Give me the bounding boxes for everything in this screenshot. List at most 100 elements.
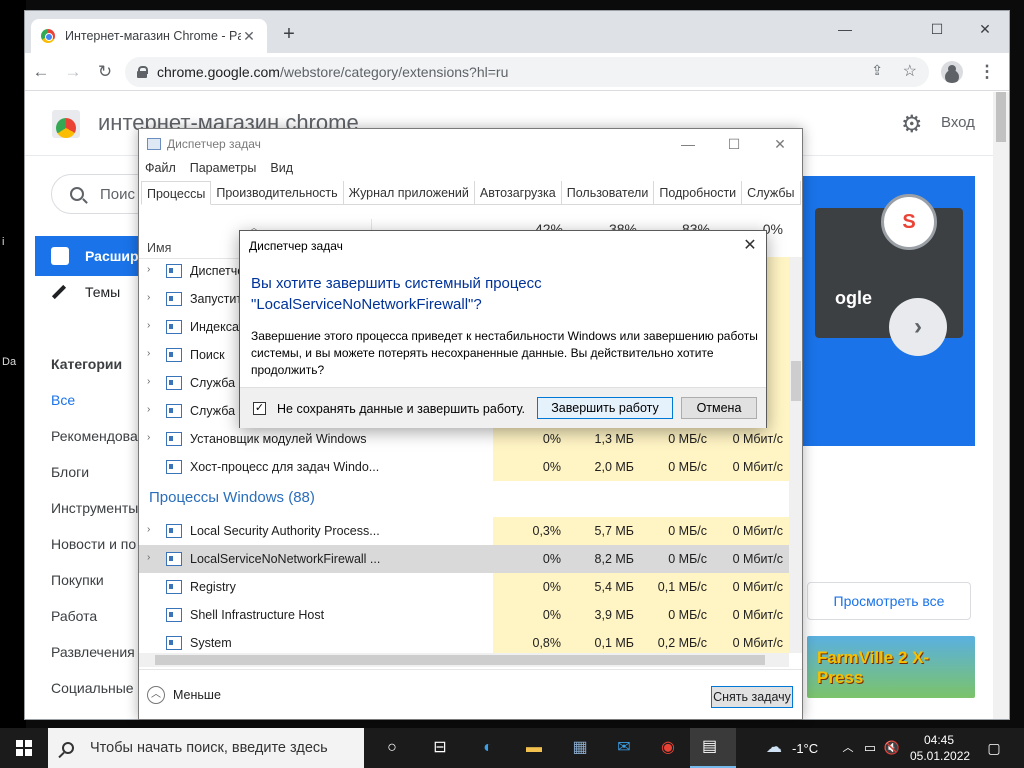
notifications-icon[interactable]: ▢ <box>982 736 1006 760</box>
tab-startup[interactable]: Автозагрузка <box>475 181 562 205</box>
close-tab-icon[interactable]: ✕ <box>241 28 257 45</box>
expand-chevron-icon[interactable]: › <box>147 264 150 275</box>
process-row[interactable]: › Установщик модулей Windows 0% 1,3 МБ 0 МБ/… <box>139 425 789 453</box>
menu-file[interactable]: Файл <box>145 161 176 175</box>
tab-processes[interactable]: Процессы <box>141 181 212 205</box>
category-item[interactable]: Работа <box>51 608 97 624</box>
expand-chevron-icon[interactable]: › <box>147 524 150 535</box>
page-scrollbar[interactable] <box>993 92 1009 719</box>
address-bar[interactable]: chrome.google.com/webstore/category/exte… <box>125 57 929 87</box>
browser-tab[interactable]: Интернет-магазин Chrome - Pa ✕ <box>31 19 267 53</box>
chrome-menu-icon[interactable]: ⋮ <box>973 58 1001 86</box>
hscroll-thumb[interactable] <box>155 655 765 665</box>
process-row[interactable]: Registry 0% 5,4 МБ 0,1 МБ/с 0 Мбит/с <box>139 573 789 601</box>
minimize-button[interactable]: — <box>825 15 865 43</box>
new-tab-button[interactable]: + <box>277 23 301 47</box>
vscroll-thumb[interactable] <box>791 361 801 401</box>
gear-icon[interactable]: ⚙ <box>901 110 923 139</box>
category-item[interactable]: Новости и по <box>51 536 136 552</box>
chevron-right-icon[interactable]: › <box>889 298 947 356</box>
process-row[interactable]: Хост-процесс для задач Windo... 0% 2,0 МБ 0… <box>139 453 789 481</box>
expand-chevron-icon[interactable]: › <box>147 348 150 359</box>
tab-app-history[interactable]: Журнал приложений <box>344 181 475 205</box>
bookmark-star-icon[interactable]: ☆ <box>903 61 917 81</box>
cancel-button[interactable]: Отмена <box>681 397 757 419</box>
tab-users[interactable]: Пользователи <box>562 181 655 205</box>
edge-icon[interactable]: ◐ <box>476 736 500 760</box>
chrome-icon[interactable]: ◉ <box>656 736 680 760</box>
show-hidden-icons-icon[interactable]: ︿ <box>836 736 860 760</box>
expand-chevron-icon[interactable]: › <box>147 320 150 331</box>
network-icon[interactable]: ▭ <box>858 736 882 760</box>
windows-processes-group[interactable]: Процессы Windows (88) <box>149 489 315 506</box>
forward-button[interactable]: → <box>59 58 87 86</box>
category-item[interactable]: Развлечения <box>51 644 135 660</box>
abandon-data-checkbox[interactable]: ✓ <box>253 402 266 415</box>
featured-banner[interactable]: ogle S › <box>803 176 975 446</box>
task-view-icon[interactable]: ⊟ <box>428 736 452 760</box>
category-item[interactable]: Социальные <box>51 680 134 696</box>
dialog-close-icon[interactable]: ✕ <box>738 235 762 255</box>
expand-chevron-icon[interactable]: › <box>147 292 150 303</box>
tab-title: Интернет-магазин Chrome - Pa <box>65 29 241 43</box>
expand-chevron-icon[interactable]: › <box>147 432 150 443</box>
horizontal-scrollbar[interactable] <box>139 653 789 667</box>
category-item[interactable]: Инструменты <box>51 500 138 516</box>
view-all-button[interactable]: Просмотреть все <box>807 582 971 620</box>
clock-date[interactable]: 05.01.2022 <box>910 749 970 763</box>
process-disk: 0 МБ/с <box>640 425 713 453</box>
profile-avatar-icon[interactable] <box>941 61 963 83</box>
vertical-scrollbar[interactable] <box>789 257 802 653</box>
mail-icon[interactable]: ✉ <box>612 736 636 760</box>
tm-minimize-button[interactable]: — <box>665 133 711 155</box>
process-row[interactable]: › LocalServiceNoNetworkFirewall ... 0% 8,2 … <box>139 545 789 573</box>
tab-details[interactable]: Подробности <box>654 181 743 205</box>
windows-start-icon[interactable] <box>16 740 32 756</box>
close-button[interactable]: ✕ <box>965 15 1005 43</box>
expand-chevron-icon[interactable]: › <box>147 552 150 563</box>
process-network: 0 Мбит/с <box>713 453 789 481</box>
checkbox-label[interactable]: Не сохранять данные и завершить работу. <box>277 402 525 416</box>
lock-icon[interactable] <box>137 66 148 78</box>
process-row[interactable]: › Local Security Authority Process... 0,3%… <box>139 517 789 545</box>
col-name[interactable]: Имя <box>147 241 171 255</box>
file-explorer-icon[interactable]: ▬ <box>522 736 546 760</box>
category-item[interactable]: Блоги <box>51 464 89 480</box>
shutdown-button[interactable]: Завершить работу <box>537 397 673 419</box>
category-item[interactable]: Покупки <box>51 572 104 588</box>
maximize-button[interactable]: ☐ <box>917 15 957 43</box>
end-task-button[interactable]: Снять задачу <box>711 686 793 708</box>
weather-temp[interactable]: -1°C <box>792 741 818 756</box>
task-view-circle-icon[interactable]: ○ <box>380 736 404 760</box>
process-network: 0 Мбит/с <box>713 629 789 653</box>
clock-time[interactable]: 04:45 <box>924 733 954 747</box>
webstore-logo-icon[interactable] <box>52 110 80 138</box>
expand-chevron-icon[interactable]: › <box>147 376 150 387</box>
volume-muted-icon[interactable]: 🔇 <box>880 736 904 760</box>
menu-options[interactable]: Параметры <box>190 161 257 175</box>
weather-icon[interactable]: ☁ <box>762 736 786 760</box>
store-icon[interactable]: ▦ <box>568 736 592 760</box>
category-item[interactable]: Все <box>51 392 75 408</box>
promo-tile[interactable]: FarmVille 2 X-Press <box>807 636 975 698</box>
fewer-details-button[interactable]: ︿ Меньше <box>147 686 221 704</box>
process-row[interactable]: Shell Infrastructure Host 0% 3,9 МБ 0 МБ/с 0… <box>139 601 789 629</box>
taskbar-search-input[interactable]: Чтобы начать поиск, введите здесь <box>48 728 364 768</box>
tab-services[interactable]: Службы <box>742 181 801 205</box>
process-name: Local Security Authority Process... <box>190 524 380 538</box>
share-icon[interactable]: ⇪ <box>871 62 883 79</box>
process-row[interactable]: System 0,8% 0,1 МБ 0,2 МБ/с 0 Мбит/с <box>139 629 789 653</box>
tm-maximize-button[interactable]: ☐ <box>711 133 757 155</box>
tm-close-button[interactable]: ✕ <box>757 133 802 155</box>
menu-view[interactable]: Вид <box>270 161 293 175</box>
back-button[interactable]: ← <box>27 58 55 86</box>
expand-chevron-icon[interactable]: › <box>147 404 150 415</box>
page-scroll-thumb[interactable] <box>996 92 1006 142</box>
tab-performance[interactable]: Производительность <box>211 181 344 205</box>
category-item[interactable]: Рекомендова <box>51 428 138 444</box>
login-link[interactable]: Вход <box>941 114 975 131</box>
reload-button[interactable]: ↻ <box>91 58 119 86</box>
task-manager-taskbar-button[interactable]: ▤ <box>690 728 736 768</box>
nav-themes[interactable]: Темы <box>51 284 120 300</box>
process-disk: 0,2 МБ/с <box>640 629 713 653</box>
